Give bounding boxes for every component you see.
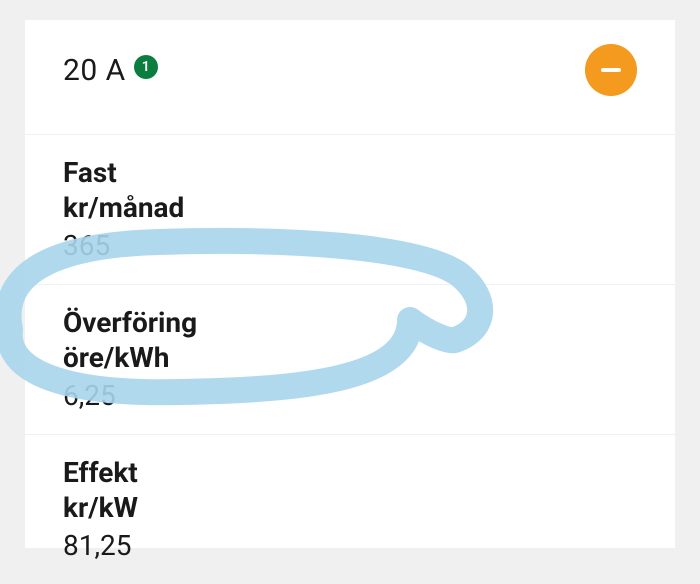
row-label: Överföring (63, 305, 637, 340)
row-label: Effekt (63, 455, 637, 490)
row-unit: kr/månad (63, 190, 637, 225)
price-row-effekt: Effekt kr/kW 81,25 (25, 434, 675, 584)
header-left: 20 A 1 (63, 53, 158, 88)
price-row-fast: Fast kr/månad 365 (25, 134, 675, 284)
row-value: 81,25 (63, 529, 637, 562)
row-unit: kr/kW (63, 490, 637, 525)
minus-icon (601, 68, 621, 72)
row-unit: öre/kWh (63, 340, 637, 375)
row-value: 365 (63, 229, 637, 262)
row-value: 6,25 (63, 379, 637, 412)
collapse-button[interactable] (585, 44, 637, 96)
card-title: 20 A (63, 53, 126, 88)
card-header: 20 A 1 (25, 20, 675, 134)
price-row-overforing: Överföring öre/kWh 6,25 (25, 284, 675, 434)
row-label: Fast (63, 155, 637, 190)
count-badge: 1 (134, 55, 158, 79)
pricing-card: 20 A 1 Fast kr/månad 365 Överföring öre/… (25, 20, 675, 548)
